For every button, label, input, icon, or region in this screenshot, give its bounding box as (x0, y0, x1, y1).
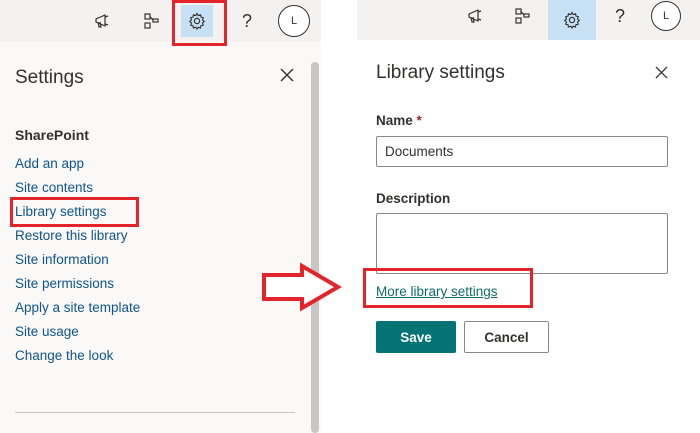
suite-header: ? L (357, 0, 700, 40)
share-icon[interactable] (136, 5, 168, 37)
megaphone-icon[interactable] (460, 0, 492, 32)
divider (15, 412, 295, 413)
gear-icon[interactable] (548, 0, 596, 40)
suite-header: ? L (0, 0, 321, 42)
help-glyph: ? (614, 6, 625, 26)
share-icon[interactable] (507, 0, 539, 32)
section-heading: SharePoint (15, 127, 89, 143)
name-field[interactable] (376, 136, 668, 167)
help-icon[interactable]: ? (231, 5, 263, 37)
help-glyph: ? (241, 11, 252, 31)
menu-item-apply-site-template[interactable]: Apply a site template (15, 297, 140, 321)
gear-icon[interactable] (181, 5, 213, 37)
close-icon[interactable] (651, 62, 671, 82)
menu-item-change-the-look[interactable]: Change the look (15, 345, 140, 369)
description-field[interactable] (376, 213, 668, 274)
more-library-settings-link[interactable]: More library settings (376, 284, 498, 299)
menu-item-restore-library[interactable]: Restore this library (15, 225, 140, 249)
menu-item-add-an-app[interactable]: Add an app (15, 153, 140, 177)
panel-title: Library settings (376, 62, 505, 83)
cancel-button[interactable]: Cancel (464, 321, 549, 353)
menu-item-site-contents[interactable]: Site contents (15, 177, 140, 201)
avatar: L (278, 5, 310, 37)
help-icon[interactable]: ? (604, 0, 636, 32)
settings-pane-screenshot: ? L Settings SharePoint Add an app Site … (0, 0, 321, 433)
library-settings-pane-screenshot: ? L Library settings Name * Description … (357, 0, 700, 433)
name-label-text: Name (376, 113, 413, 128)
scrollbar[interactable] (311, 62, 319, 433)
megaphone-icon[interactable] (87, 5, 119, 37)
menu-item-site-usage[interactable]: Site usage (15, 321, 140, 345)
arrow-right-icon (262, 262, 342, 312)
settings-menu: Add an app Site contents Library setting… (15, 153, 140, 369)
required-marker: * (416, 113, 422, 128)
name-label: Name * (376, 113, 422, 128)
menu-item-site-permissions[interactable]: Site permissions (15, 273, 140, 297)
avatar-button[interactable]: L (278, 5, 310, 37)
menu-item-library-settings[interactable]: Library settings (15, 201, 140, 225)
avatar-button[interactable]: L (650, 0, 682, 32)
menu-item-site-information[interactable]: Site information (15, 249, 140, 273)
close-icon[interactable] (277, 65, 297, 85)
description-label: Description (376, 191, 451, 206)
save-button[interactable]: Save (376, 321, 456, 353)
avatar: L (651, 1, 681, 31)
panel-title: Settings (15, 67, 84, 88)
